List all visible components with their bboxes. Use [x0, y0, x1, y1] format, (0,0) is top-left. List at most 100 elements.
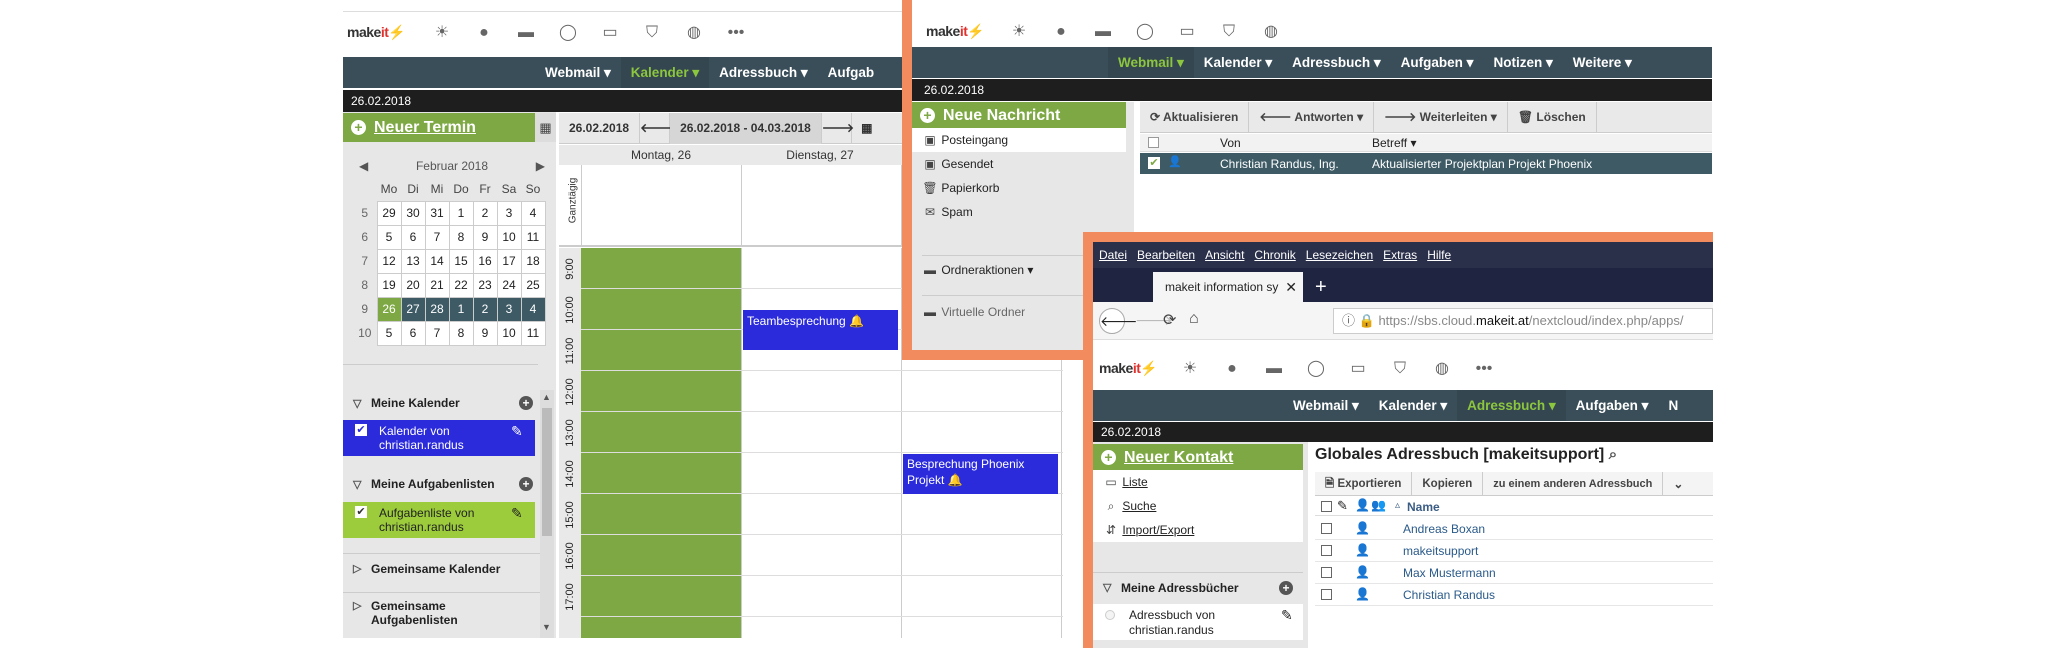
day-cell[interactable]: 19 — [376, 272, 402, 298]
day-cell[interactable]: 10 — [496, 224, 522, 250]
row-checkbox[interactable]: ✔ — [1148, 157, 1160, 169]
row-checkbox[interactable] — [1321, 589, 1332, 600]
row-checkbox[interactable] — [1321, 545, 1332, 556]
week-number[interactable]: 6 — [353, 225, 377, 249]
nav-adressbuch[interactable]: Adressbuch ▾ — [709, 57, 818, 88]
day-cell[interactable]: 6 — [400, 224, 426, 250]
shield-icon[interactable]: ⛉ — [1220, 23, 1238, 41]
folder-icon[interactable]: ▬ — [1265, 360, 1283, 378]
folder-papierkorb[interactable]: 🗑 Papierkorb — [912, 176, 1126, 200]
day-cell[interactable]: 31 — [424, 200, 450, 226]
sidebar-scrollbar[interactable]: ▲ ▼ — [540, 390, 554, 638]
view-icon[interactable]: ▦ — [852, 121, 882, 135]
tasklist-entry[interactable]: ✔ Aufgabenliste von christian.randus ✎ — [343, 502, 535, 538]
prev-month-icon[interactable]: ◀ — [353, 159, 368, 173]
mail-row[interactable]: ✔ 👤 Christian Randus, Ing. Aktualisierte… — [1140, 153, 1712, 174]
nav-kalender[interactable]: Kalender ▾ — [1369, 390, 1457, 421]
day-cell[interactable]: 9 — [472, 224, 498, 250]
day-cell[interactable]: 2 — [472, 200, 498, 226]
contact-row[interactable]: 👤 Andreas Boxan — [1315, 518, 1713, 540]
contact-row[interactable]: 👤 Christian Randus — [1315, 584, 1713, 606]
day-cell[interactable]: 17 — [496, 248, 522, 274]
day-cell[interactable]: 5 — [376, 320, 402, 346]
info-icon[interactable]: ⓘ — [1342, 313, 1355, 328]
back-icon[interactable]: 🡐 — [1099, 308, 1138, 334]
nav-adressbuch[interactable]: Adressbuch ▾ — [1282, 47, 1391, 78]
day-cell[interactable]: 24 — [496, 272, 522, 298]
day-cell[interactable]: 8 — [448, 320, 474, 346]
folder-icon[interactable]: ▬ — [517, 24, 535, 42]
day-cell[interactable]: 13 — [400, 248, 426, 274]
search-icon[interactable]: ⌕ — [1609, 446, 1617, 463]
col-from[interactable]: Von — [1220, 136, 1241, 150]
folder-icon[interactable]: ▬ — [1094, 23, 1112, 41]
select-all-checkbox[interactable] — [1321, 501, 1332, 512]
nav-aufgaben[interactable]: Aufgaben ▾ — [1391, 47, 1484, 78]
scroll-up-icon[interactable]: ▲ — [542, 392, 551, 402]
earth-icon[interactable]: ◍ — [1262, 23, 1280, 41]
day-cell[interactable]: 21 — [424, 272, 450, 298]
globe-icon[interactable]: ● — [1223, 360, 1241, 378]
drive-icon[interactable]: ▭ — [1178, 23, 1196, 41]
event-phoenix[interactable]: Besprechung Phoenix Projekt 🔔 — [903, 454, 1058, 494]
edit-pencil-icon[interactable]: ✎ — [511, 424, 523, 438]
day-cell-selected[interactable]: 4 — [520, 296, 546, 322]
prev-week-icon[interactable]: 🡐 — [640, 112, 672, 144]
nav-kalender[interactable]: Kalender ▾ — [620, 57, 710, 88]
drive-icon[interactable]: ▭ — [601, 24, 619, 42]
new-contact-button[interactable]: + Neuer Kontakt — [1093, 444, 1303, 470]
nav-import-export[interactable]: ⇵ Import/Export — [1093, 518, 1303, 542]
day-cell[interactable]: 7 — [424, 224, 450, 250]
contact-row[interactable]: 👤 Max Mustermann — [1315, 562, 1713, 584]
chat-icon[interactable]: ◯ — [1307, 360, 1325, 378]
sun-icon[interactable]: ☀ — [433, 24, 451, 42]
nav-kalender[interactable]: Kalender ▾ — [1194, 47, 1282, 78]
nav-aufgaben[interactable]: Aufgaben ▾ — [1566, 390, 1659, 421]
day-cell-selected[interactable]: 28 — [424, 296, 450, 322]
day-cell[interactable]: 30 — [400, 200, 426, 226]
day-cell[interactable]: 5 — [376, 224, 402, 250]
home-icon[interactable]: ⌂ — [1189, 310, 1199, 328]
move-button[interactable]: zu einem anderen Adressbuch — [1483, 471, 1664, 496]
delete-button[interactable]: 🗑 Löschen — [1508, 101, 1597, 133]
add-addressbook-icon[interactable]: + — [1279, 580, 1293, 595]
export-button[interactable]: 🗎 Exportieren — [1315, 471, 1413, 496]
day-cell[interactable]: 7 — [424, 320, 450, 346]
day-cell[interactable]: 11 — [520, 224, 546, 250]
select-all-checkbox[interactable] — [1148, 137, 1159, 148]
drive-icon[interactable]: ▭ — [1349, 360, 1367, 378]
edit-pencil-icon[interactable]: ✎ — [511, 506, 523, 520]
date-field[interactable]: 26.02.2018 — [559, 112, 641, 144]
globe-icon[interactable]: ● — [475, 24, 493, 42]
day-cell[interactable]: 16 — [472, 248, 498, 274]
shield-icon[interactable]: ⛉ — [1391, 360, 1409, 378]
nav-more[interactable]: N — [1658, 390, 1688, 421]
day-cell[interactable]: 1 — [448, 200, 474, 226]
week-number[interactable]: 8 — [353, 273, 377, 297]
forward-button[interactable]: 🡒 Weiterleiten ▾ — [1374, 101, 1508, 133]
day-cell[interactable]: 15 — [448, 248, 474, 274]
day-cell[interactable]: 9 — [472, 320, 498, 346]
browser-tab[interactable]: makeit information sy ✕ — [1153, 272, 1303, 302]
chevron-down-icon[interactable]: ⌄ — [1663, 472, 1693, 496]
day-header[interactable]: Dienstag, 27 — [741, 148, 899, 162]
folder-gesendet[interactable]: ▣ Gesendet — [912, 152, 1126, 176]
close-tab-icon[interactable]: ✕ — [1285, 272, 1297, 302]
menu-chronik[interactable]: Chronik — [1254, 248, 1295, 262]
new-message-button[interactable]: + Neue Nachricht — [912, 102, 1126, 128]
day-cell[interactable]: 12 — [376, 248, 402, 274]
day-cell-selected[interactable]: 2 — [472, 296, 498, 322]
more-icon[interactable]: ••• — [727, 24, 745, 42]
col-subject[interactable]: Betreff ▾ — [1372, 136, 1417, 150]
day-cell[interactable]: 3 — [496, 200, 522, 226]
day-cell[interactable]: 10 — [496, 320, 522, 346]
new-tab-icon[interactable]: + — [1315, 272, 1327, 302]
day-cell[interactable]: 29 — [376, 200, 402, 226]
checkbox-icon[interactable]: ✔ — [355, 506, 367, 518]
day-cell[interactable]: 6 — [400, 320, 426, 346]
week-number[interactable]: 10 — [353, 321, 377, 345]
sort-asc-icon[interactable]: ▵ — [1395, 500, 1400, 511]
day-cell[interactable]: 4 — [520, 200, 546, 226]
day-cell[interactable]: 20 — [400, 272, 426, 298]
copy-button[interactable]: Kopieren — [1412, 471, 1484, 496]
